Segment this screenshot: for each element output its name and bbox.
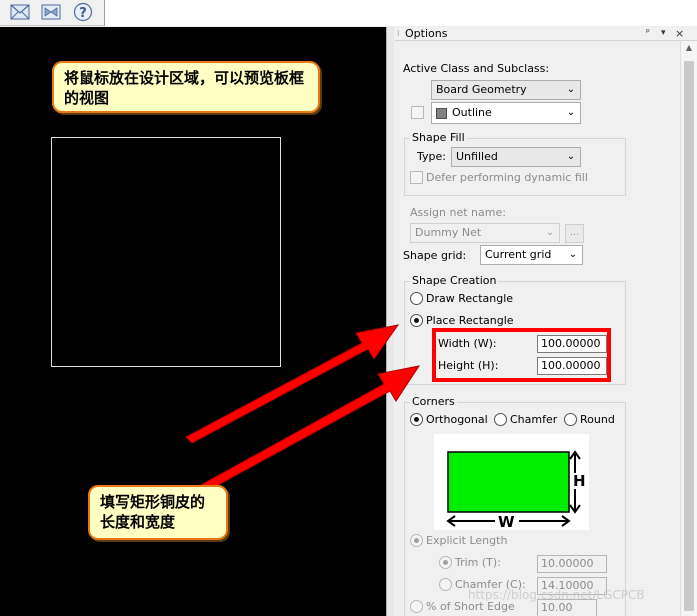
arrow-to-width-field xyxy=(185,324,400,444)
arrow-to-height-field xyxy=(191,365,421,497)
hover-preview-callout: 将鼠标放在设计区域，可以预览板框的视图 xyxy=(52,61,320,113)
watermark: https://blog.csdn.net/LGCPCB xyxy=(468,588,645,602)
fill-size-callout: 填写矩形铜皮的长度和宽度 xyxy=(88,485,228,540)
